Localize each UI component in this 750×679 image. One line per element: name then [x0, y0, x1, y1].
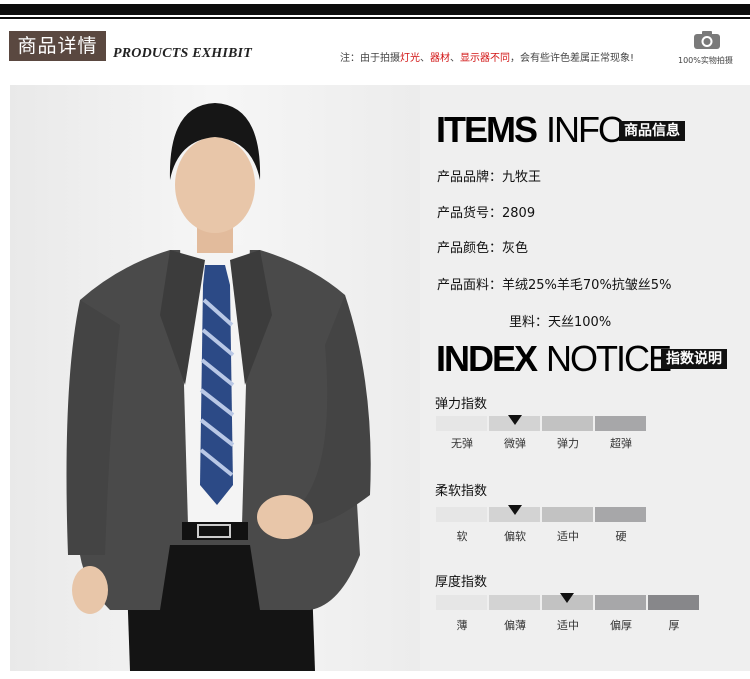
softness-label-4: 硬 [615, 530, 627, 543]
info-label: 产品面料： [437, 278, 503, 293]
thickness-label-1: 薄 [456, 619, 468, 632]
info-value: 灰色 [502, 241, 529, 256]
elasticity-selected-marker [508, 415, 522, 425]
section-title-en: PRODUCTS EXHIBIT [113, 46, 252, 61]
camera-icon [694, 31, 720, 49]
product-photo [10, 85, 420, 671]
section-title-cn: 商品详情 [9, 31, 106, 61]
note-suffix: ，会有些许色差属正常现象! [510, 53, 635, 64]
softness-segment-1 [436, 507, 487, 522]
real-shot-label: 100%实物拍摄 [678, 56, 733, 65]
color-disclaimer-note: 注：由于拍摄灯光、器材、显示器不同，会有些许色差属正常现象! [340, 49, 634, 64]
thickness-scale-title: 厚度指数 [435, 575, 488, 590]
index-heading-bold: INDEX [436, 338, 538, 379]
info-row-fabric: 产品面料：羊绒25%羊毛70%抗皱丝5% [437, 274, 671, 293]
items-heading-bold: ITEMS [436, 109, 538, 150]
info-label: 产品品牌： [437, 170, 503, 185]
elasticity-label-4: 超弹 [610, 437, 632, 450]
info-value: 里料：天丝100% [509, 315, 612, 330]
thickness-label-3: 适中 [557, 619, 579, 632]
elasticity-label-2: 微弹 [504, 437, 526, 450]
thickness-segment-5 [648, 595, 699, 610]
elasticity-segment-3 [542, 416, 593, 431]
info-label: 产品颜色： [437, 241, 503, 256]
top-bar-thin [0, 17, 750, 19]
model-in-blazer-image [66, 103, 371, 671]
note-sep: 、 [450, 53, 460, 64]
items-heading-light: INFO [546, 109, 626, 150]
elasticity-segment-4 [595, 416, 646, 431]
top-bar-thick [0, 4, 750, 15]
info-row-brand: 产品品牌：九牧王 [437, 166, 541, 185]
thickness-selected-marker [560, 593, 574, 603]
softness-label-1: 软 [456, 530, 468, 543]
softness-scale-title: 柔软指数 [435, 484, 488, 499]
info-value: 2809 [502, 206, 536, 221]
elasticity-label-1: 无弹 [451, 437, 473, 450]
softness-label-3: 适中 [557, 530, 579, 543]
index-heading-light: NOTICE [546, 338, 672, 379]
thickness-label-4: 偏厚 [610, 619, 632, 632]
note-red-lighting: 灯光 [400, 53, 420, 64]
elasticity-scale-title: 弹力指数 [435, 397, 488, 412]
thickness-segment-2 [489, 595, 540, 610]
thickness-label-2: 偏薄 [504, 619, 526, 632]
info-row-lining: 里料：天丝100% [509, 311, 611, 330]
info-row-item-number: 产品货号：2809 [437, 202, 535, 221]
note-sep: 、 [420, 53, 430, 64]
note-red-equipment: 器材 [430, 53, 450, 64]
softness-label-2: 偏软 [504, 530, 526, 543]
softness-selected-marker [508, 505, 522, 515]
thickness-segment-4 [595, 595, 646, 610]
info-value: 九牧王 [502, 170, 542, 185]
thickness-segment-1 [436, 595, 487, 610]
note-red-display: 显示器不同 [460, 53, 510, 64]
softness-segment-4 [595, 507, 646, 522]
items-info-heading: ITEMS INFO [436, 108, 626, 152]
index-notice-heading: INDEX NOTICE [436, 337, 672, 381]
note-prefix: 注：由于拍摄 [340, 53, 400, 64]
thickness-label-5: 厚 [668, 619, 680, 632]
info-row-color: 产品颜色：灰色 [437, 237, 528, 256]
index-notice-badge: 指数说明 [661, 349, 727, 369]
elasticity-label-3: 弹力 [557, 437, 579, 450]
elasticity-segment-1 [436, 416, 487, 431]
softness-segment-3 [542, 507, 593, 522]
info-label: 产品货号： [437, 206, 503, 221]
info-value: 羊绒25%羊毛70%抗皱丝5% [502, 278, 672, 293]
items-info-badge: 商品信息 [619, 121, 685, 141]
